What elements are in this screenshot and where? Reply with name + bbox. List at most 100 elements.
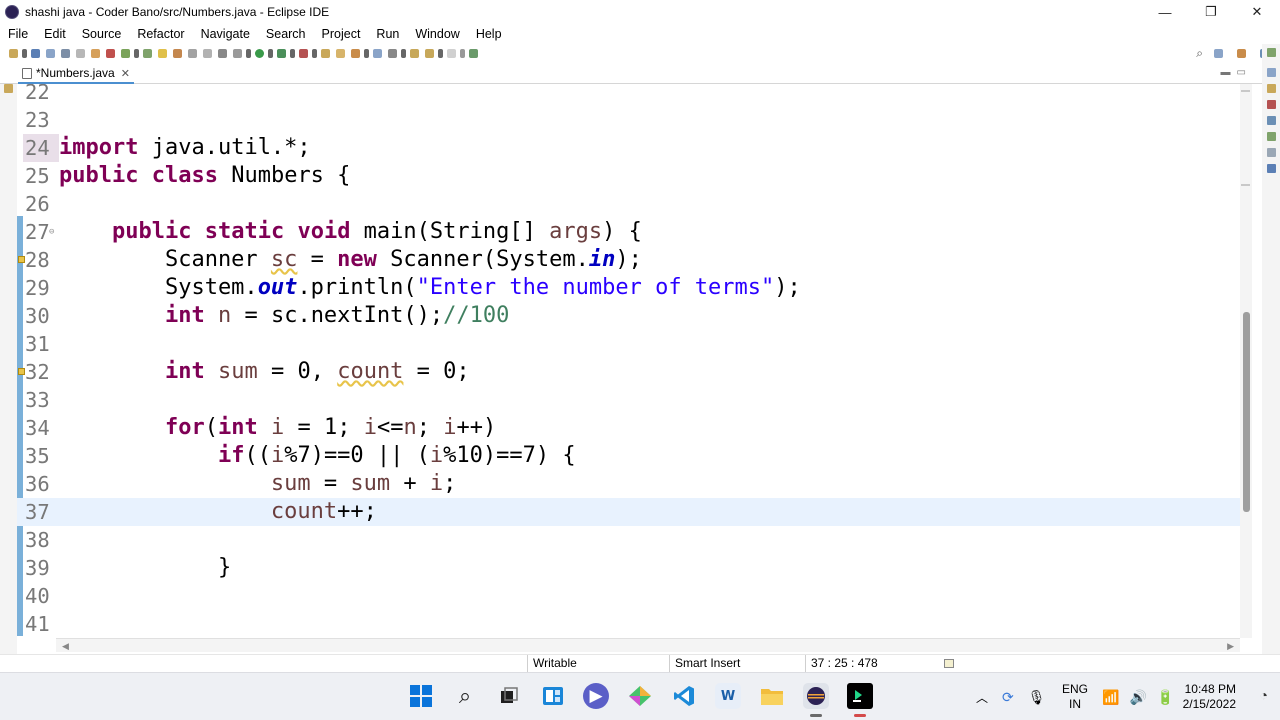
vertical-scroll-thumb[interactable]: [1243, 312, 1250, 512]
dropdown-icon[interactable]: [290, 48, 295, 58]
restore-view-icon[interactable]: [1267, 68, 1276, 77]
search-type-icon[interactable]: [173, 48, 182, 58]
dropdown-icon[interactable]: [312, 48, 317, 58]
maximize-button[interactable]: ❐: [1188, 0, 1234, 24]
mark-occurrences-icon[interactable]: [158, 48, 167, 58]
code-line-40: 40: [25, 584, 50, 608]
status-cursor-position[interactable]: 37 : 25 : 478: [805, 655, 935, 673]
menu-window[interactable]: Window: [407, 27, 467, 41]
whitespace-icon[interactable]: [203, 48, 212, 58]
last-edit-icon[interactable]: [410, 48, 419, 58]
open-type-icon[interactable]: [143, 48, 152, 58]
progress-icon[interactable]: [1267, 164, 1276, 173]
chevron-up-icon[interactable]: ︿: [976, 689, 988, 706]
open-project-icon[interactable]: [321, 48, 330, 58]
print-icon[interactable]: [61, 48, 70, 58]
save-icon[interactable]: [31, 48, 40, 58]
open-folder-icon[interactable]: [336, 48, 345, 58]
eclipse-taskbar-icon[interactable]: [803, 683, 829, 709]
new-class-icon[interactable]: [106, 48, 115, 58]
pycharm-icon[interactable]: [847, 683, 873, 709]
scroll-left-icon[interactable]: ◀: [62, 639, 69, 653]
run-icon[interactable]: [255, 48, 264, 58]
fold-icon[interactable]: ⊖: [49, 218, 54, 246]
battery-icon[interactable]: 🔋: [1157, 689, 1174, 706]
language-indicator[interactable]: ENG IN: [1062, 682, 1088, 712]
status-bar-icon[interactable]: [944, 659, 954, 668]
new-icon[interactable]: [9, 48, 18, 58]
word-icon[interactable]: W: [715, 683, 741, 709]
menu-refactor[interactable]: Refactor: [129, 27, 192, 41]
menu-file[interactable]: File: [0, 27, 36, 41]
toggle-block-icon[interactable]: [188, 48, 197, 58]
start-icon[interactable]: [408, 683, 434, 709]
terminal-icon[interactable]: [76, 48, 85, 58]
edit-icon[interactable]: [351, 48, 360, 58]
active-app-indicator: [810, 714, 822, 717]
widgets-icon[interactable]: [540, 683, 566, 709]
dropdown-icon[interactable]: [246, 48, 251, 58]
dropdown-icon[interactable]: [364, 48, 369, 58]
close-button[interactable]: ✕: [1234, 0, 1280, 24]
system-clock[interactable]: 10:48 PM 2/15/2022: [1183, 682, 1236, 712]
menu-project[interactable]: Project: [314, 27, 369, 41]
dropdown-icon[interactable]: [438, 48, 443, 58]
dropdown-icon[interactable]: [460, 48, 465, 58]
new-interface-icon[interactable]: [121, 48, 130, 58]
package-explorer-icon[interactable]: [4, 84, 13, 93]
task-list-icon[interactable]: [1267, 84, 1276, 93]
dropdown-icon[interactable]: [401, 48, 406, 58]
main-toolbar: ⌕: [0, 44, 1280, 62]
search-icon[interactable]: ⌕: [452, 683, 478, 709]
minimize-button[interactable]: —: [1142, 0, 1188, 24]
menu-edit[interactable]: Edit: [36, 27, 74, 41]
outline-icon[interactable]: [1267, 48, 1276, 57]
open-perspective-icon[interactable]: [1214, 48, 1223, 58]
annotation-icon[interactable]: [373, 48, 382, 58]
file-explorer-icon[interactable]: [759, 683, 785, 709]
task-view-icon[interactable]: [496, 683, 522, 709]
notification-icon[interactable]: ◔: [1260, 687, 1268, 703]
wifi-icon[interactable]: 📶: [1102, 689, 1119, 706]
console-icon[interactable]: [1267, 148, 1276, 157]
minimize-maximize-icon[interactable]: ▬▭: [1221, 67, 1252, 78]
teams-icon[interactable]: ▶: [583, 683, 609, 709]
vertical-scrollbar[interactable]: [1240, 84, 1252, 638]
scroll-right-icon[interactable]: ▶: [1227, 639, 1234, 653]
menu-navigate[interactable]: Navigate: [193, 27, 258, 41]
package-icon[interactable]: [91, 48, 100, 58]
forward-icon[interactable]: [447, 48, 456, 58]
save-all-icon[interactable]: [46, 48, 55, 58]
menu-search[interactable]: Search: [258, 27, 314, 41]
debug-step-icon[interactable]: [233, 48, 242, 58]
next-annotation-icon[interactable]: [388, 48, 397, 58]
search-icon[interactable]: ⌕: [1196, 46, 1203, 61]
pin-editor-icon[interactable]: [469, 48, 478, 58]
code-line-32: 32 int sum = 0, count = 0;: [17, 358, 1240, 386]
code-editor[interactable]: 22 23 24 import java.util.*; 25 public cla…: [17, 84, 1240, 638]
vscode-icon[interactable]: [671, 683, 697, 709]
photos-icon[interactable]: [627, 683, 653, 709]
editor-tab-numbers-java[interactable]: *Numbers.java ✕: [18, 64, 134, 84]
microphone-icon[interactable]: 🎙: [1028, 689, 1046, 706]
horizontal-scrollbar[interactable]: ◀ ▶: [56, 638, 1240, 652]
external-tools-icon[interactable]: [299, 48, 308, 58]
dropdown-icon[interactable]: [268, 48, 273, 58]
declaration-icon[interactable]: [1267, 132, 1276, 141]
volume-icon[interactable]: 🔊: [1129, 689, 1146, 706]
menu-help[interactable]: Help: [468, 27, 510, 41]
onedrive-sync-icon[interactable]: ⟳: [1002, 689, 1014, 706]
javadoc-icon[interactable]: [1267, 116, 1276, 125]
menu-run[interactable]: Run: [368, 27, 407, 41]
dropdown-icon[interactable]: [134, 48, 139, 58]
java-perspective-icon[interactable]: [1237, 48, 1246, 58]
dropdown-icon[interactable]: [22, 48, 27, 58]
problems-icon[interactable]: [1267, 100, 1276, 109]
status-insert-mode[interactable]: Smart Insert: [669, 655, 805, 673]
menu-source[interactable]: Source: [74, 27, 130, 41]
code-line-36: 36 sum = sum + i;: [25, 471, 457, 496]
pilcrow-icon[interactable]: [218, 48, 227, 58]
back-icon[interactable]: [425, 48, 434, 58]
close-tab-icon[interactable]: ✕: [121, 67, 130, 80]
coverage-icon[interactable]: [277, 48, 286, 58]
